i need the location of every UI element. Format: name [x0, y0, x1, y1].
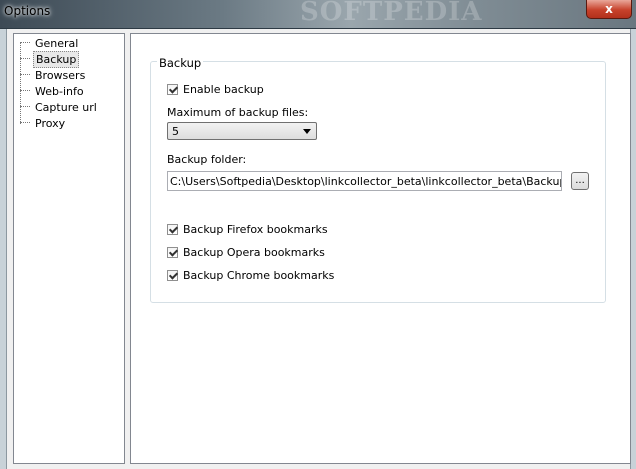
select-value: 5 [172, 124, 179, 138]
checkbox-label: Backup Chrome bookmarks [183, 269, 335, 282]
window-frame-left [0, 29, 7, 469]
window-title: Options [4, 4, 51, 18]
tree-item-label: Capture url [35, 100, 97, 114]
checkbox-label: Backup Opera bookmarks [183, 246, 325, 259]
close-icon: x [605, 2, 613, 16]
backup-folder-input[interactable]: C:\Users\Softpedia\Desktop\linkcollector… [167, 171, 562, 191]
tree-connector [20, 106, 30, 108]
tree-connector [20, 58, 30, 60]
chevron-down-icon [303, 129, 311, 134]
browse-label: ... [575, 175, 585, 186]
tree-item-backup[interactable]: Backup [20, 50, 80, 68]
tree-item-capture-url[interactable]: Capture url [20, 99, 99, 115]
enable-backup-checkbox[interactable]: Enable backup [167, 82, 264, 97]
tree-item-web-info[interactable]: Web-info [20, 83, 86, 99]
watermark: SOFTPEDIA [300, 0, 483, 27]
checkbox-label: Enable backup [183, 83, 264, 96]
checkmark-icon [167, 270, 178, 281]
max-files-label: Maximum of backup files: [167, 106, 309, 119]
tree-item-label: Proxy [35, 116, 66, 130]
backup-firefox-checkbox[interactable]: Backup Firefox bookmarks [167, 222, 328, 237]
tree-connector [20, 90, 30, 92]
browse-button[interactable]: ... [571, 172, 589, 190]
backup-chrome-checkbox[interactable]: Backup Chrome bookmarks [167, 268, 334, 283]
options-tree: General Backup Browsers Web-info Capture… [13, 33, 125, 464]
backup-opera-checkbox[interactable]: Backup Opera bookmarks [167, 245, 325, 260]
checkmark-icon [167, 84, 178, 95]
backup-panel: Backup Enable backup Maximum of backup f… [130, 33, 631, 464]
tree-item-proxy[interactable]: Proxy [20, 115, 67, 131]
tree-item-browsers[interactable]: Browsers [20, 67, 87, 83]
tree-item-label: General [35, 36, 79, 50]
input-value: C:\Users\Softpedia\Desktop\linkcollector… [170, 174, 562, 188]
title-bar[interactable]: SOFTPEDIA Options x [0, 0, 636, 29]
backup-folder-label: Backup folder: [167, 153, 247, 166]
tree-item-label: Backup [33, 50, 80, 68]
tree-item-general[interactable]: General [20, 35, 80, 51]
group-title: Backup [157, 56, 204, 70]
checkmark-icon [167, 224, 178, 235]
tree-connector [20, 74, 30, 76]
max-files-select[interactable]: 5 [167, 122, 317, 140]
tree-connector [20, 122, 30, 124]
checkmark-icon [167, 247, 178, 258]
tree-item-label: Browsers [35, 68, 86, 82]
tree-connector [20, 42, 30, 44]
tree-item-label: Web-info [35, 84, 84, 98]
checkbox-label: Backup Firefox bookmarks [183, 223, 328, 236]
close-button[interactable]: x [586, 0, 632, 19]
